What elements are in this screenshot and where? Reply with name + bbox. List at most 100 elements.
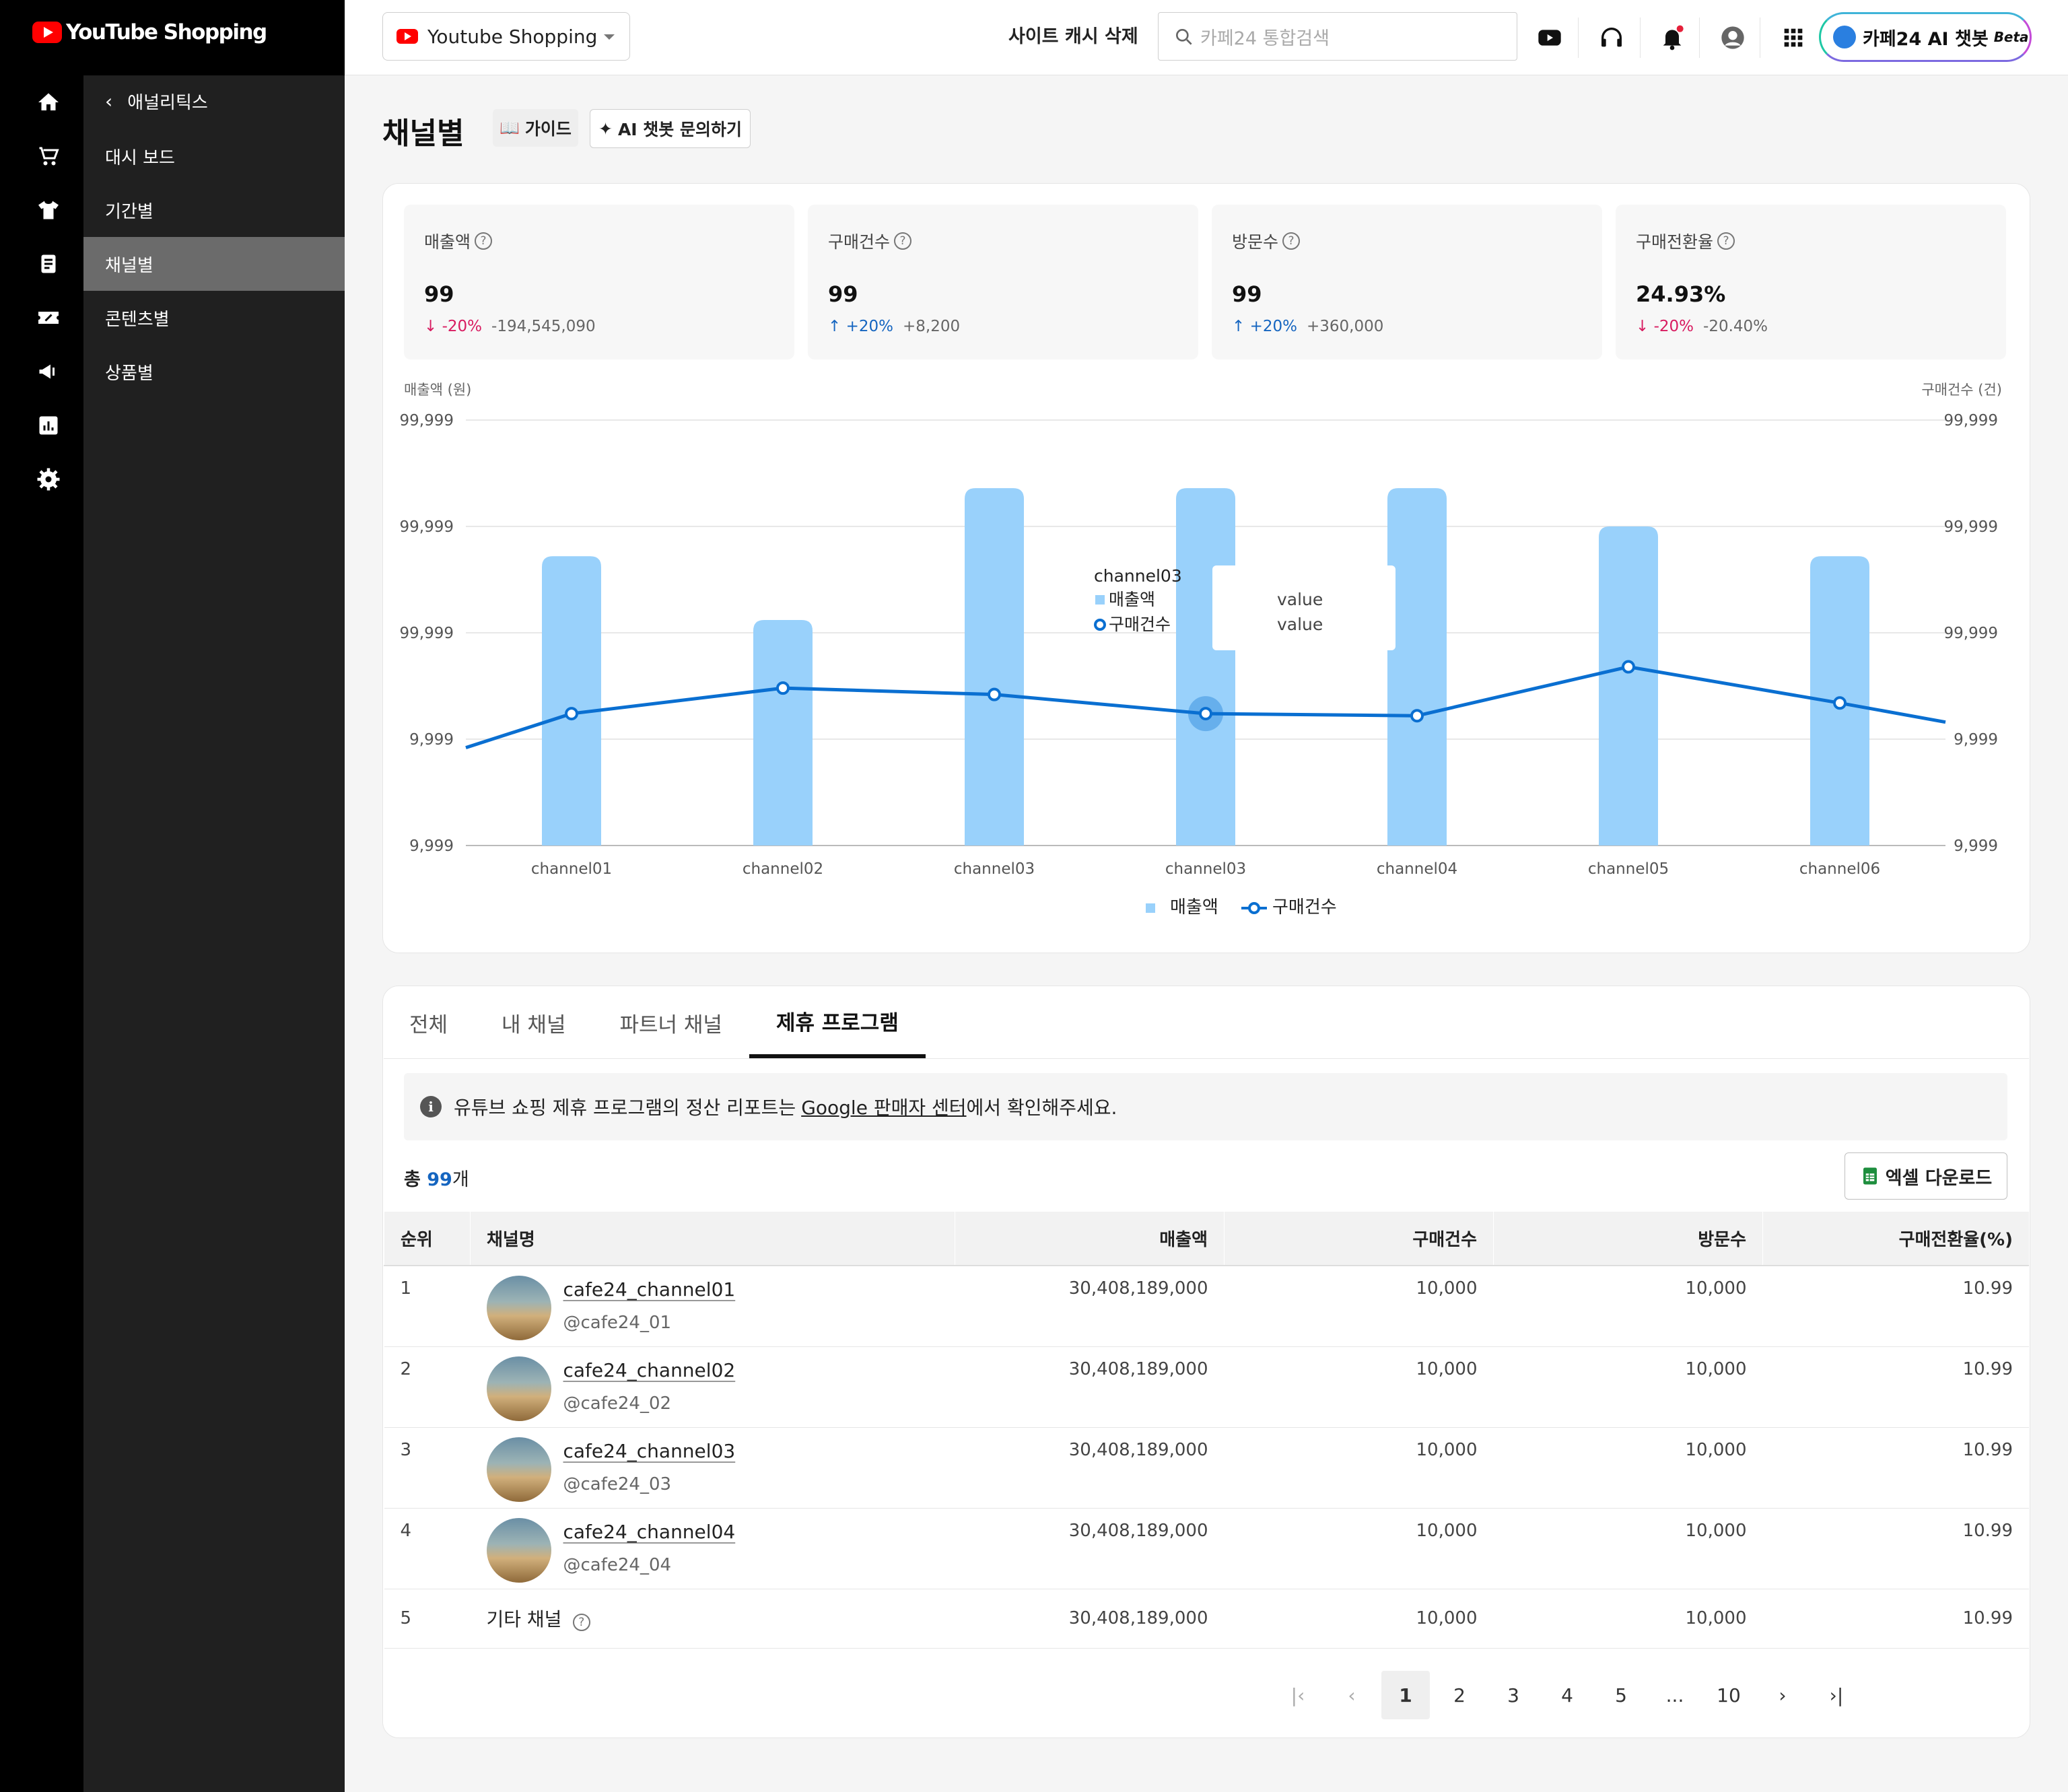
tooltip-row-value: value (1277, 615, 1323, 634)
settings-gear-icon[interactable] (35, 466, 62, 493)
x-tick-label: channel05 (1588, 860, 1669, 878)
guide-label: 가이드 (524, 119, 572, 139)
page-10[interactable]: 10 (1704, 1671, 1753, 1719)
shop-select[interactable]: Youtube Shopping (382, 12, 630, 61)
google-merchant-center-link[interactable]: Google 판매자 센터 (801, 1093, 966, 1120)
search-input[interactable]: 카페24 통합검색 (1158, 12, 1517, 61)
sidebar-item-dashboard[interactable]: 대시 보드 (83, 129, 345, 183)
tshirt-icon[interactable] (35, 197, 62, 223)
help-icon[interactable]: ? (1282, 232, 1301, 250)
channel-cell: cafe24_channel01 @cafe24_01 (470, 1266, 955, 1347)
col-visits[interactable]: 방문수 (1493, 1212, 1763, 1266)
tab-all[interactable]: 전체 (382, 987, 475, 1058)
channel-avatar (486, 1276, 551, 1340)
legend-sales-label: 매출액 (1170, 897, 1218, 918)
channel-handle: @cafe24_01 (563, 1313, 672, 1333)
youtube-icon (397, 29, 418, 44)
megaphone-icon[interactable] (35, 358, 62, 385)
channel-name-link[interactable]: cafe24_channel02 (563, 1359, 736, 1381)
total-number: 99 (427, 1169, 452, 1190)
ai-chatbot-label: 카페24 AI 챗봇 (1863, 28, 1989, 50)
next-page-icon[interactable]: › (1758, 1671, 1807, 1719)
channel-handle: @cafe24_02 (563, 1393, 672, 1414)
line-point (565, 707, 578, 721)
sparkle-icon: ✦ (598, 118, 613, 139)
ai-ask-button[interactable]: ✦ AI 챗봇 문의하기 (590, 109, 751, 148)
visits: 10,000 (1493, 1427, 1763, 1509)
guide-button[interactable]: 📖 가이드 (493, 109, 578, 147)
account-icon[interactable] (1717, 22, 1749, 54)
headset-icon[interactable] (1595, 22, 1628, 54)
first-page-icon[interactable]: |‹ (1274, 1671, 1322, 1719)
home-icon[interactable] (35, 89, 62, 116)
cart-icon[interactable] (35, 143, 62, 170)
kpi-pct: -20% (1653, 318, 1694, 335)
document-icon[interactable] (35, 250, 62, 277)
page-2[interactable]: 2 (1435, 1671, 1484, 1719)
bar-sales (1387, 488, 1447, 846)
sidebar-item-content[interactable]: 콘텐츠별 (83, 291, 345, 345)
page-5[interactable]: 5 (1597, 1671, 1645, 1719)
col-channel-name[interactable]: 채널명 (470, 1212, 955, 1266)
sidebar-item-label: 콘텐츠별 (105, 309, 170, 330)
kpi-value: 24.93% (1636, 281, 1726, 307)
sidebar-back[interactable]: ‹ 애널리틱스 (105, 88, 208, 114)
channel-name-link[interactable]: cafe24_channel04 (563, 1521, 736, 1543)
coupon-icon[interactable] (35, 304, 62, 331)
col-rank[interactable]: 순위 (384, 1212, 471, 1266)
table-row: 1 cafe24_channel01 @cafe24_01 30,408,189,… (384, 1266, 2029, 1347)
arrow-up-icon: ↑ (828, 318, 841, 335)
help-icon[interactable]: ? (572, 1614, 590, 1631)
prev-page-icon[interactable]: ‹ (1328, 1671, 1376, 1719)
tab-my-channel[interactable]: 내 채널 (475, 987, 592, 1058)
page-3[interactable]: 3 (1489, 1671, 1538, 1719)
conversion-rate: 10.99 (1762, 1508, 2029, 1589)
tab-partner-channel[interactable]: 파트너 채널 (592, 987, 749, 1058)
channel-cell: 기타 채널 ? (470, 1589, 955, 1649)
col-orders[interactable]: 구매건수 (1224, 1212, 1494, 1266)
kpi-diff: -20.40% (1703, 318, 1768, 335)
kpi-conversion: 구매전환율? 24.93% ↓ -20% -20.40% (1616, 205, 2006, 359)
channel-avatar (486, 1437, 551, 1502)
total-count: 총 99개 (404, 1165, 469, 1191)
page-1[interactable]: 1 (1381, 1671, 1430, 1719)
excel-download-label: 엑셀 다운로드 (1885, 1167, 1993, 1189)
help-icon[interactable]: ? (894, 232, 912, 250)
clear-cache-button[interactable]: 사이트 캐시 삭제 (1008, 22, 1138, 48)
sidebar-item-product[interactable]: 상품별 (83, 345, 345, 399)
apps-grid-icon[interactable] (1777, 22, 1810, 54)
bar-sales (753, 620, 813, 846)
orders: 10,000 (1224, 1427, 1494, 1509)
channel-name-link[interactable]: cafe24_channel03 (563, 1440, 736, 1462)
kpi-pct: +20% (1249, 318, 1297, 335)
help-icon[interactable]: ? (475, 232, 493, 250)
excel-download-button[interactable]: 엑셀 다운로드 (1845, 1152, 2007, 1200)
arrow-up-icon: ↑ (1232, 318, 1245, 335)
analytics-icon[interactable] (35, 412, 62, 439)
x-tick-label: channel04 (1377, 860, 1457, 878)
channel-name-link[interactable]: cafe24_channel01 (563, 1278, 736, 1301)
youtube-shopping-logo[interactable]: YouTube Shopping (32, 20, 267, 44)
tooltip-title: channel03 (1094, 566, 1182, 586)
page-4[interactable]: 4 (1543, 1671, 1591, 1719)
bell-icon[interactable] (1656, 22, 1688, 54)
ai-chatbot-button[interactable]: 카페24 AI 챗봇 Beta (1819, 12, 2032, 62)
col-conversion-rate[interactable]: 구매전환율(%) (1762, 1212, 2029, 1266)
last-page-icon[interactable]: ›| (1812, 1671, 1861, 1719)
orders: 10,000 (1224, 1346, 1494, 1428)
youtube-icon[interactable] (1533, 22, 1566, 54)
x-tick-label: channel06 (1799, 860, 1880, 878)
chevron-left-icon: ‹ (105, 90, 113, 112)
help-icon[interactable]: ? (1717, 232, 1735, 250)
search-placeholder: 카페24 통합검색 (1200, 28, 1330, 49)
col-sales[interactable]: 매출액 (955, 1212, 1225, 1266)
tab-affiliate-program[interactable]: 제휴 프로그램 (749, 987, 926, 1058)
sidebar-item-channel[interactable]: 채널별 (83, 237, 345, 291)
sales: 30,408,189,000 (955, 1346, 1225, 1428)
visits: 10,000 (1493, 1589, 1763, 1649)
x-tick-label: channel02 (743, 860, 823, 878)
conversion-rate: 10.99 (1762, 1589, 2029, 1649)
sidebar-item-period[interactable]: 기간별 (83, 183, 345, 237)
kpi-orders: 구매건수? 99 ↑ +20% +8,200 (808, 205, 1198, 359)
channel-cell: cafe24_channel04 @cafe24_04 (470, 1508, 955, 1589)
